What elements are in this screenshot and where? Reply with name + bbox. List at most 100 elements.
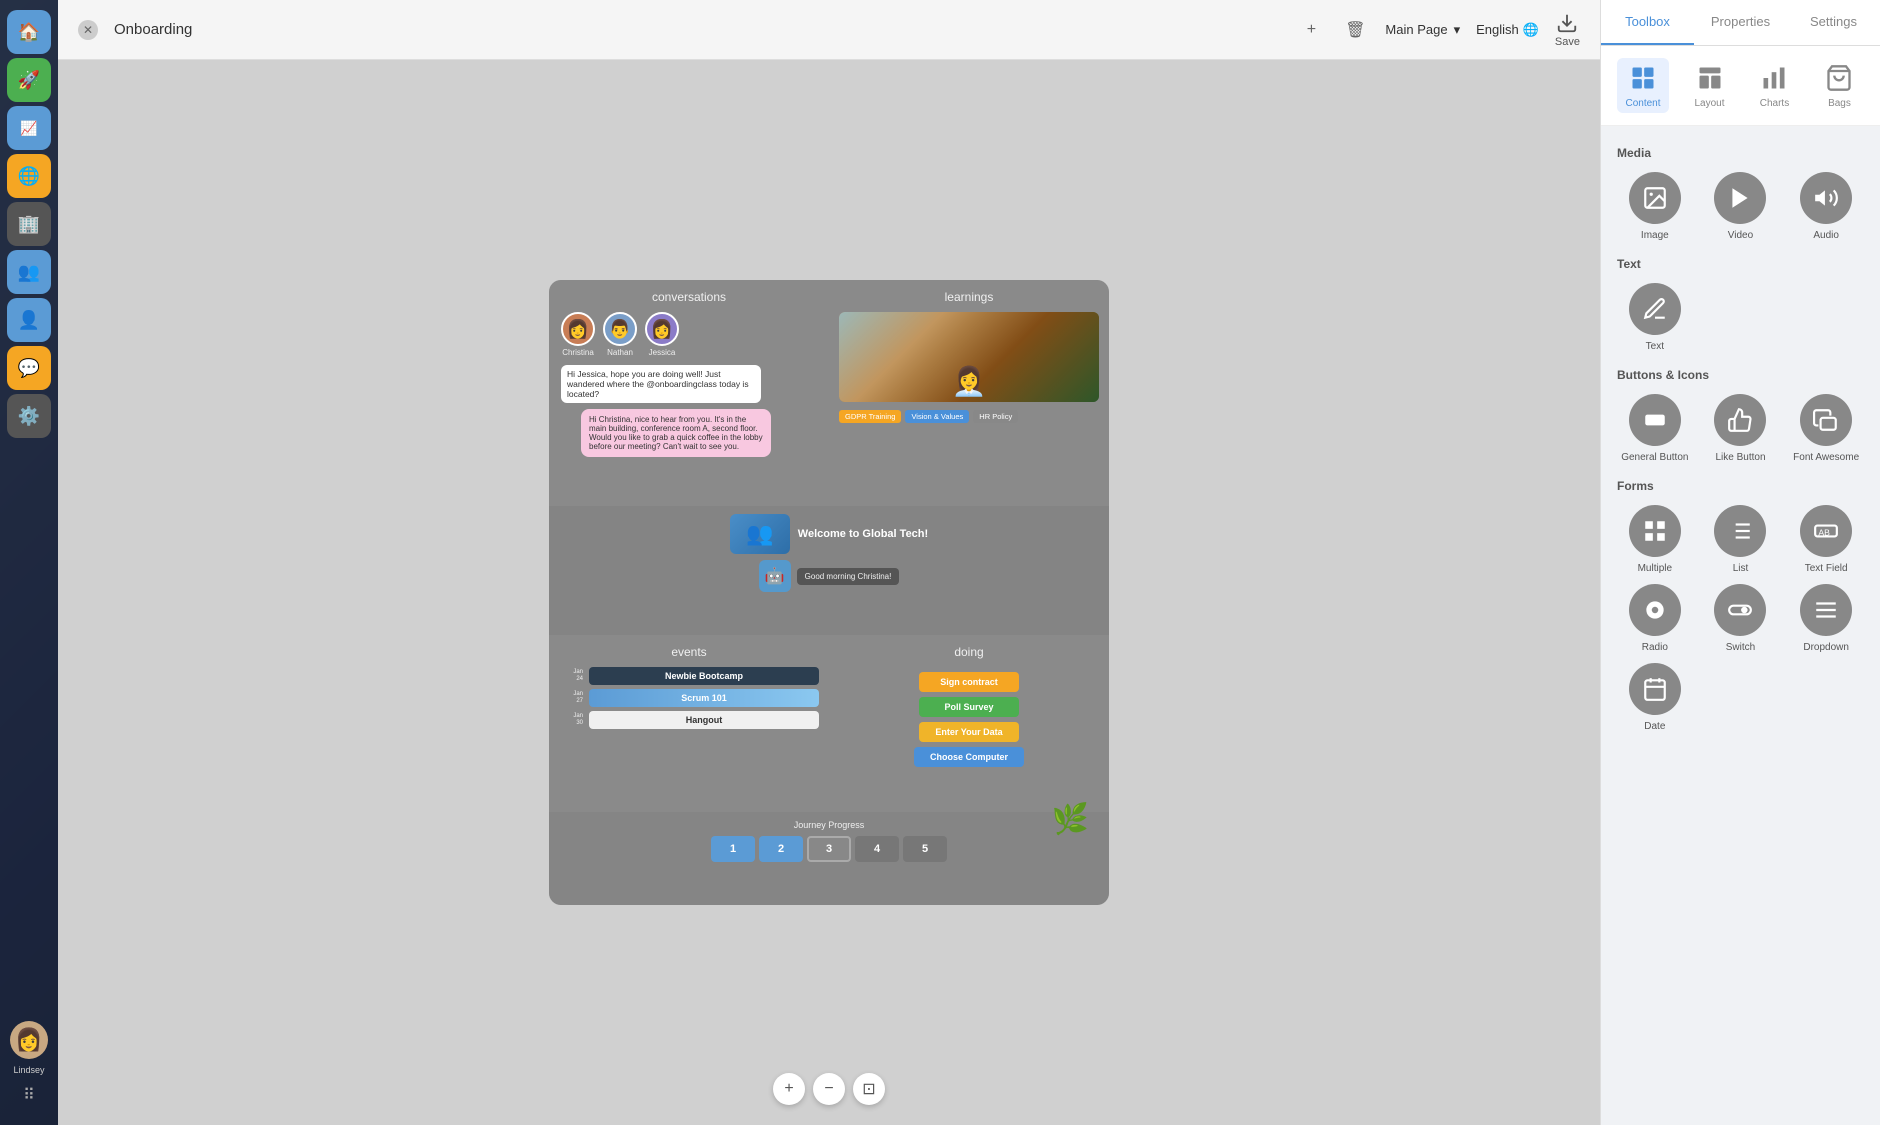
list-icon: [1714, 505, 1766, 557]
tool-date[interactable]: Date: [1617, 663, 1693, 732]
nav-bags[interactable]: Bags: [1815, 58, 1863, 113]
event-badge-hangout[interactable]: Hangout: [589, 711, 819, 729]
welcome-header: 👥 Welcome to Global Tech!: [730, 514, 928, 554]
tool-switch[interactable]: Switch: [1703, 584, 1779, 653]
image-icon: [1629, 172, 1681, 224]
chevron-down-icon: ▾: [1454, 22, 1461, 38]
section-title-forms: Forms: [1617, 479, 1864, 493]
forms-grid: Multiple List: [1617, 505, 1864, 732]
conversations-title: conversations: [561, 290, 817, 304]
toolbox-tabs: Toolbox Properties Settings: [1601, 0, 1880, 46]
doing-title: doing: [954, 645, 983, 659]
canvas-controls: + − ⊡: [773, 1073, 885, 1105]
tool-dropdown[interactable]: Dropdown: [1788, 584, 1864, 653]
layout-icon: [1694, 62, 1726, 94]
tool-multiple[interactable]: Multiple: [1617, 505, 1693, 574]
avatar-group-christina[interactable]: 👩 Christina: [561, 312, 595, 357]
language-selector[interactable]: English 🌐: [1476, 22, 1539, 38]
add-icon[interactable]: +: [1297, 16, 1325, 44]
media-grid: Image Video: [1617, 172, 1864, 241]
nav-charts[interactable]: Charts: [1750, 58, 1798, 113]
tag-gdpr[interactable]: GDPR Training: [839, 410, 901, 423]
robot-icon: 🤖: [759, 560, 791, 592]
delete-icon[interactable]: 🗑: [1341, 16, 1369, 44]
progress-step-1[interactable]: 1: [711, 836, 755, 862]
text-icon: [1629, 283, 1681, 335]
buttons-grid: General Button Like Button: [1617, 394, 1864, 463]
progress-step-3[interactable]: 3: [807, 836, 851, 862]
sidebar-item-launch[interactable]: 🚀: [7, 58, 51, 102]
tab-toolbox[interactable]: Toolbox: [1601, 0, 1694, 45]
zoom-in-button[interactable]: +: [773, 1073, 805, 1105]
sidebar-item-organization[interactable]: 🏢: [7, 202, 51, 246]
tool-audio[interactable]: Audio: [1788, 172, 1864, 241]
progress-step-2[interactable]: 2: [759, 836, 803, 862]
progress-step-4[interactable]: 4: [855, 836, 899, 862]
sidebar-item-analytics[interactable]: 📈: [7, 106, 51, 150]
text-label: Text: [1646, 341, 1664, 352]
nav-layout[interactable]: Layout: [1686, 58, 1734, 113]
save-button[interactable]: Save: [1555, 12, 1580, 48]
enter-data-button[interactable]: Enter Your Data: [919, 722, 1019, 742]
choose-computer-button[interactable]: Choose Computer: [914, 747, 1024, 767]
progress-panel: 🌿 Journey Progress 1 2 3 4 5: [549, 812, 1109, 905]
nav-content[interactable]: Content: [1617, 58, 1668, 113]
like-button-label: Like Button: [1715, 452, 1765, 463]
plant-decoration: 🌿: [1052, 802, 1089, 837]
audio-label: Audio: [1813, 230, 1839, 241]
font-awesome-icon: [1800, 394, 1852, 446]
sidebar-item-groups[interactable]: 👥: [7, 250, 51, 294]
sidebar: 🏠 🚀 📈 🌐 🏢 👥 👤 💬 ⚙️ 👩 Lindsey ⠿: [0, 0, 58, 1125]
avatar-group-nathan[interactable]: 👨 Nathan: [603, 312, 637, 357]
page-selector[interactable]: Main Page ▾: [1385, 22, 1460, 38]
progress-step-5[interactable]: 5: [903, 836, 947, 862]
section-title-media: Media: [1617, 146, 1864, 160]
avatar-jessica: 👩: [645, 312, 679, 346]
avatar[interactable]: 👩: [10, 1021, 48, 1059]
video-icon: [1714, 172, 1766, 224]
username-label: Lindsey: [13, 1065, 44, 1075]
tool-image[interactable]: Image: [1617, 172, 1693, 241]
tool-radio[interactable]: Radio: [1617, 584, 1693, 653]
sidebar-item-settings[interactable]: ⚙️: [7, 394, 51, 438]
tool-font-awesome[interactable]: Font Awesome: [1788, 394, 1864, 463]
tag-vision[interactable]: Vision & Values: [905, 410, 969, 423]
tool-text[interactable]: Text: [1617, 283, 1693, 352]
tool-video[interactable]: Video: [1703, 172, 1779, 241]
audio-icon: [1800, 172, 1852, 224]
video-label: Video: [1728, 230, 1753, 241]
close-button[interactable]: ✕: [78, 20, 98, 40]
switch-label: Switch: [1726, 642, 1755, 653]
avatar-nathan: 👨: [603, 312, 637, 346]
fit-button[interactable]: ⊡: [853, 1073, 885, 1105]
tool-list[interactable]: List: [1703, 505, 1779, 574]
event-badge-scrum[interactable]: Scrum 101: [589, 689, 819, 707]
nav-charts-label: Charts: [1760, 98, 1789, 109]
general-button-label: General Button: [1621, 452, 1688, 463]
sidebar-item-messages[interactable]: 💬: [7, 346, 51, 390]
sidebar-item-profile[interactable]: 👤: [7, 298, 51, 342]
sidebar-item-home[interactable]: 🏠: [7, 10, 51, 54]
date-label: Date: [1644, 721, 1665, 732]
toolbox-content: Media Image: [1601, 126, 1880, 1125]
switch-icon: [1714, 584, 1766, 636]
tag-hrpolicy[interactable]: HR Policy: [973, 410, 1018, 423]
tool-like-button[interactable]: Like Button: [1703, 394, 1779, 463]
poll-survey-button[interactable]: Poll Survey: [919, 697, 1019, 717]
charts-icon: [1758, 62, 1790, 94]
avatar-name-christina: Christina: [562, 348, 594, 357]
tab-properties[interactable]: Properties: [1694, 0, 1787, 45]
tab-settings[interactable]: Settings: [1787, 0, 1880, 45]
tool-general-button[interactable]: General Button: [1617, 394, 1693, 463]
sign-contract-button[interactable]: Sign contract: [919, 672, 1019, 692]
tool-text-field[interactable]: AB Text Field: [1788, 505, 1864, 574]
event-badge-bootcamp[interactable]: Newbie Bootcamp: [589, 667, 819, 685]
date-icon: [1629, 663, 1681, 715]
multiple-icon: [1629, 505, 1681, 557]
avatar-group-jessica[interactable]: 👩 Jessica: [645, 312, 679, 357]
grid-icon[interactable]: ⠿: [23, 1085, 35, 1105]
nav-bags-label: Bags: [1828, 98, 1851, 109]
topbar-actions: + 🗑 Main Page ▾ English 🌐 Save: [1297, 12, 1580, 48]
zoom-out-button[interactable]: −: [813, 1073, 845, 1105]
sidebar-item-global[interactable]: 🌐: [7, 154, 51, 198]
